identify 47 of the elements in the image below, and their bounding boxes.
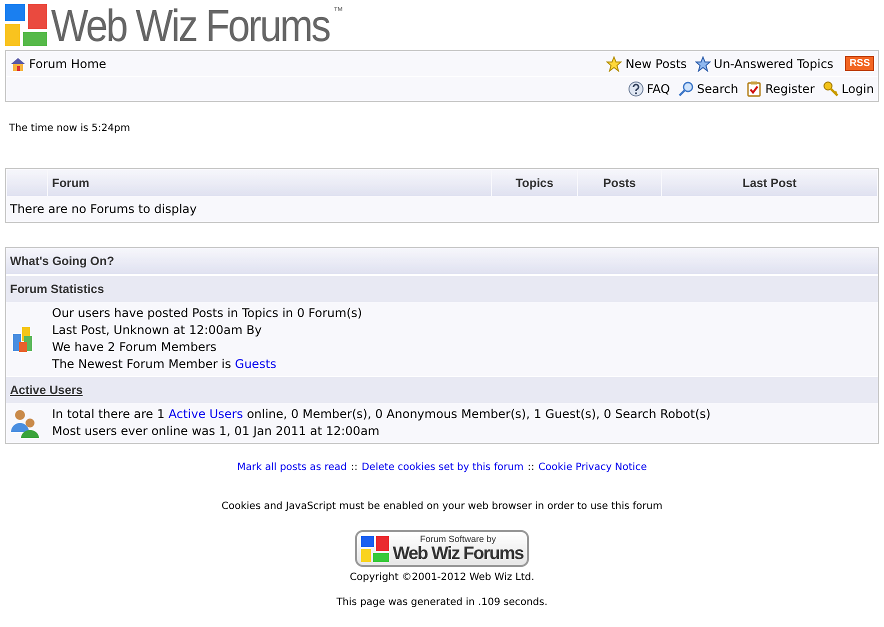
separator: :: — [528, 461, 534, 475]
badge-title: Web Wiz Forums — [392, 544, 524, 563]
info-text: We have 2 Forum Members — [52, 339, 218, 356]
section-heading-link[interactable]: Active Users — [10, 381, 83, 399]
login-link[interactable]: Login — [822, 80, 874, 98]
house-icon — [10, 56, 26, 72]
search-link[interactable]: Search — [678, 80, 738, 98]
time-note: The time now is 5:24pm — [9, 122, 132, 136]
cookie-notice: Cookies and JavaScript must be enabled on your web browser in order to use this forum — [220, 500, 664, 514]
new-posts-link[interactable]: New Posts — [606, 54, 687, 72]
forum-home-link[interactable]: Forum Home — [10, 54, 106, 72]
panel-title: What's Going On? — [10, 253, 114, 270]
footer-link[interactable]: Delete cookies set by this forum — [362, 460, 524, 475]
logo-icon — [5, 4, 47, 46]
star-icon — [606, 56, 622, 72]
info-text: Our users have posted Posts in Topics in 0 Forum(s) — [52, 305, 362, 322]
clipboard-icon — [746, 81, 762, 97]
logo-title: Web Wiz Forums — [51, 4, 330, 48]
column-header: Topics — [492, 170, 577, 196]
separator: :: — [350, 461, 358, 475]
info-text: The Newest Forum Member is Guests — [52, 356, 278, 373]
key-icon — [822, 81, 839, 97]
column-header: Forum — [48, 170, 491, 196]
column-header: Posts — [578, 170, 661, 196]
software-badge[interactable]: Forum Software by Web Wiz Forums — [354, 530, 530, 567]
logo-icon — [360, 536, 389, 562]
text-link[interactable]: Active Users — [168, 407, 243, 421]
search-icon — [678, 81, 694, 97]
copyright-text: Copyright ©2001-2012 Web Wiz Ltd. — [348, 571, 536, 585]
info-text: Last Post, Unknown at 12:00am By — [52, 322, 263, 339]
generation-time: This page was generated in .109 seconds. — [335, 596, 549, 610]
section-heading: Forum Statistics — [10, 281, 104, 298]
footer-link[interactable]: Cookie Privacy Notice — [538, 460, 647, 475]
trademark-sign: ™ — [333, 5, 344, 19]
register-link[interactable]: Register — [746, 80, 815, 98]
badge-caption: Forum Software by — [418, 534, 497, 544]
column-header: Last Post — [662, 170, 877, 196]
star-icon — [694, 56, 711, 72]
help-icon — [628, 81, 644, 97]
info-text: Most users ever online was 1, 01 Jan 2011 at 12:00am — [52, 423, 380, 440]
footer-link[interactable]: Mark all posts as read — [237, 460, 347, 475]
empty-message: There are no Forums to display — [9, 201, 198, 218]
info-text: In total there are 1 Active Users online, 0 Member(s), 0 Anonymous Member(s), 1 Guest(s), 0 Search Robot(s) — [52, 406, 711, 423]
text-link[interactable]: Guests — [234, 357, 276, 371]
faq-link[interactable]: FAQ — [628, 80, 670, 98]
unanswered-topics-link[interactable]: Un-Answered Topics — [694, 54, 834, 72]
users-icon — [10, 408, 40, 438]
